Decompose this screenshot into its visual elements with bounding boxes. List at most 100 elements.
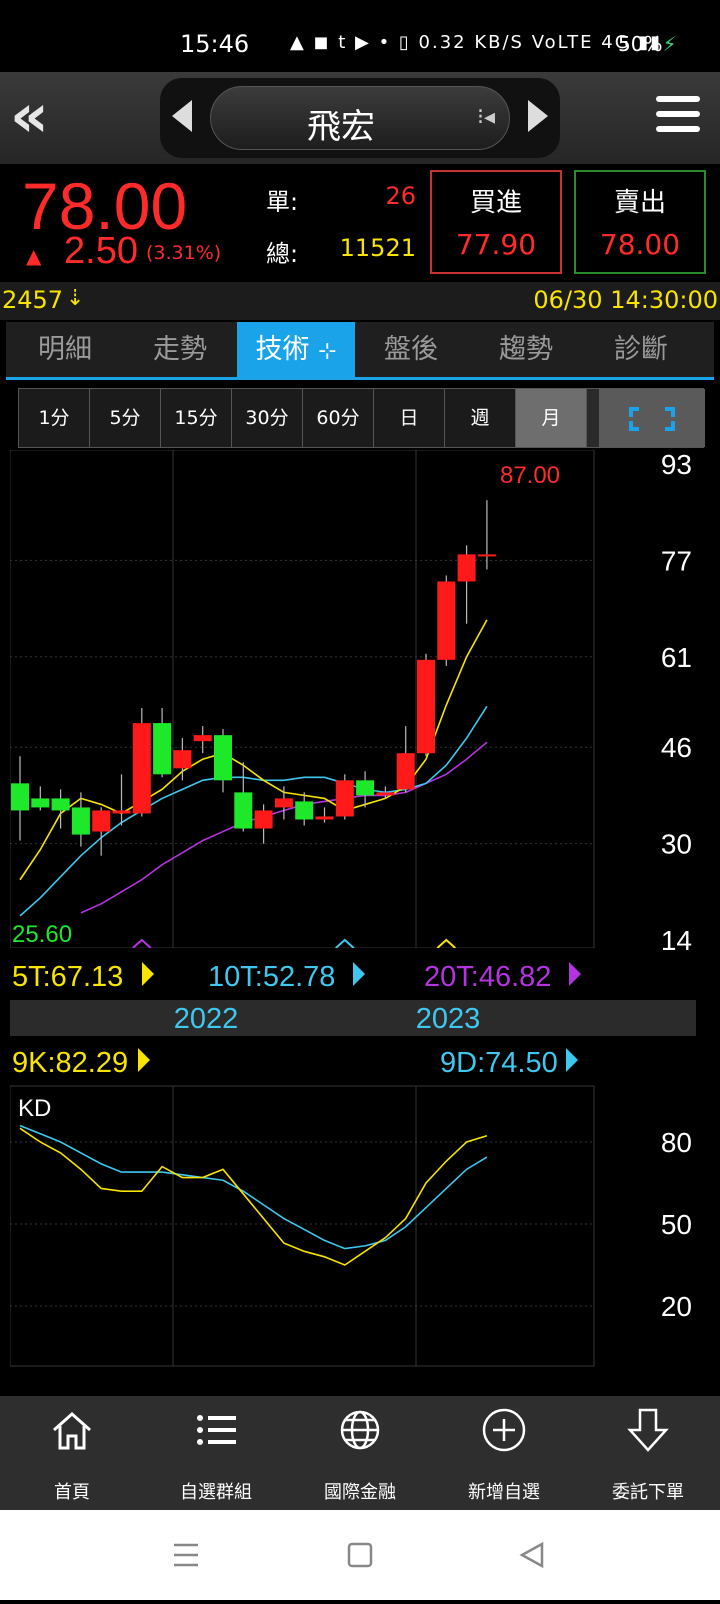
candle-body <box>477 554 496 557</box>
price-tick-label: 14 <box>661 925 692 956</box>
year-strip <box>10 1000 696 1036</box>
kd-tick-label: 50 <box>661 1209 692 1240</box>
home-system-icon <box>347 1542 373 1568</box>
info-strip: 2457 ⇣ 06/30 14:30:00 <box>0 282 720 320</box>
candle-body <box>315 816 334 820</box>
tab-details[interactable]: 明細 <box>6 322 124 377</box>
price-tick-label: 61 <box>661 642 692 673</box>
price-tick-label: 93 <box>661 450 692 480</box>
sell-button[interactable]: 賣出 78.00 <box>574 170 706 274</box>
period-5min[interactable]: 5分 <box>90 389 161 447</box>
period-1min[interactable]: 1分 <box>19 389 90 447</box>
single-volume-label: 單: <box>266 188 299 216</box>
ma-legend-item: 5T:67.13 <box>12 961 123 993</box>
stock-name: 飛宏 <box>307 107 375 147</box>
candle-body <box>234 792 253 829</box>
back-icon[interactable]: « <box>10 86 74 150</box>
period-week[interactable]: 週 <box>445 389 516 447</box>
min-price-label: 25.60 <box>12 921 72 948</box>
nav-add-watchlist[interactable]: 新增自選 <box>432 1396 576 1510</box>
system-nav-icons <box>174 1541 544 1569</box>
tab-diagnosis[interactable]: 診斷 <box>582 322 700 377</box>
candle <box>437 575 456 666</box>
candle <box>132 708 151 817</box>
year-label: 2022 <box>174 1003 239 1035</box>
ma-legend-item: 20T:46.82 <box>424 961 551 993</box>
price-change: 2.50 <box>64 230 138 272</box>
candle-body <box>31 798 50 808</box>
candle-body <box>396 753 415 790</box>
kd-title: KD <box>18 1095 51 1122</box>
recent-apps-icon <box>174 1543 198 1567</box>
prev-stock-icon[interactable] <box>172 100 192 132</box>
battery-level: 50% <box>618 32 663 56</box>
fullscreen-button[interactable] <box>599 389 705 447</box>
quote-panel: 78.00 ▲ 2.50 (3.31%) 單: 26 總: 11521 買進 7… <box>0 164 720 282</box>
candle-body <box>11 783 29 811</box>
ma-legend-item: 10T:52.78 <box>208 961 335 993</box>
candle-body <box>153 723 172 775</box>
max-price-label: 87.00 <box>500 462 560 489</box>
candle-body <box>335 780 354 817</box>
tab-bar: 明細 走勢 技術 ⊹ 盤後 趨勢 診斷 <box>6 322 714 380</box>
period-15min[interactable]: 15分 <box>161 389 232 447</box>
charging-icon: ⚡ <box>662 32 677 56</box>
candle-body <box>214 735 232 781</box>
stock-switcher: 飛宏 ⁝◂ <box>160 78 560 158</box>
candle-body <box>457 554 476 582</box>
candle <box>335 774 354 820</box>
sell-label: 賣出 <box>613 188 666 218</box>
year-label: 2023 <box>416 1003 481 1035</box>
price-tick-label: 77 <box>661 545 692 576</box>
buy-button[interactable]: 買進 77.90 <box>430 170 562 274</box>
period-60min[interactable]: 60分 <box>303 389 374 447</box>
tick-direction-icon: ⇣ <box>66 286 85 311</box>
stock-code: 2457 <box>2 286 64 314</box>
battery-indicator: 50%⚡ <box>618 32 677 56</box>
status-icons: ▲ ◼ t ▶ • ▯ 0.32 KB/S VoLTE 4G ▮▮ <box>290 32 663 53</box>
candle-body <box>193 735 212 742</box>
stock-name-pill[interactable]: 飛宏 ⁝◂ <box>210 86 510 150</box>
candle-body <box>356 780 375 796</box>
total-volume: 11521 <box>339 234 416 262</box>
period-day[interactable]: 日 <box>374 389 445 447</box>
nav-watchlist-groups-label: 自選群組 <box>180 1482 252 1503</box>
buy-price: 77.90 <box>455 228 537 261</box>
candle-body <box>295 801 314 820</box>
nav-home[interactable]: 首頁 <box>0 1396 144 1510</box>
tab-technical-label: 技術 <box>255 334 310 365</box>
legend-marker-icon <box>566 1048 578 1072</box>
nav-place-order[interactable]: 委託下單 <box>576 1396 720 1510</box>
clock: 15:46 <box>180 30 250 58</box>
tab-technical[interactable]: 技術 ⊹ <box>237 322 355 377</box>
period-month[interactable]: 月 <box>516 389 587 447</box>
candle-body <box>376 792 395 796</box>
nav-watchlist-groups[interactable]: 自選群組 <box>144 1396 288 1510</box>
next-stock-icon[interactable] <box>528 100 548 132</box>
nav-global-finance[interactable]: 國際金融 <box>288 1396 432 1510</box>
nav-add-watchlist-label: 新增自選 <box>468 1482 540 1503</box>
tab-trend[interactable]: 趨勢 <box>467 322 585 377</box>
tab-intraday[interactable]: 走勢 <box>121 322 239 377</box>
home-icon <box>53 1411 91 1450</box>
list-icon <box>197 1415 236 1445</box>
kd-legend: 9K:82.29 9D:74.50 <box>12 1047 578 1079</box>
buy-label: 買進 <box>469 188 522 218</box>
nav-place-order-label: 委託下單 <box>612 1482 684 1503</box>
period-30min[interactable]: 30分 <box>232 389 303 447</box>
candle-body <box>417 659 435 754</box>
total-volume-label: 總: <box>266 240 299 268</box>
globe-icon <box>340 1410 380 1450</box>
expand-icon <box>629 407 675 431</box>
system-nav-bar <box>0 1510 720 1600</box>
candle-body <box>274 798 293 808</box>
kd-panel-frame <box>9 1085 595 1367</box>
price-tick-label: 46 <box>661 732 692 763</box>
back-system-icon <box>519 1541 544 1569</box>
technical-chart[interactable]: 87.00 25.60 93 77 61 46 30 14 5T:67.13 10T:52.… <box>9 449 710 1390</box>
quote-datetime: 06/30 14:30:00 <box>533 286 718 314</box>
add-circle-icon <box>482 1408 526 1452</box>
candle-body <box>71 807 90 835</box>
menu-icon[interactable] <box>656 96 700 140</box>
tab-after-hours[interactable]: 盤後 <box>352 322 470 377</box>
